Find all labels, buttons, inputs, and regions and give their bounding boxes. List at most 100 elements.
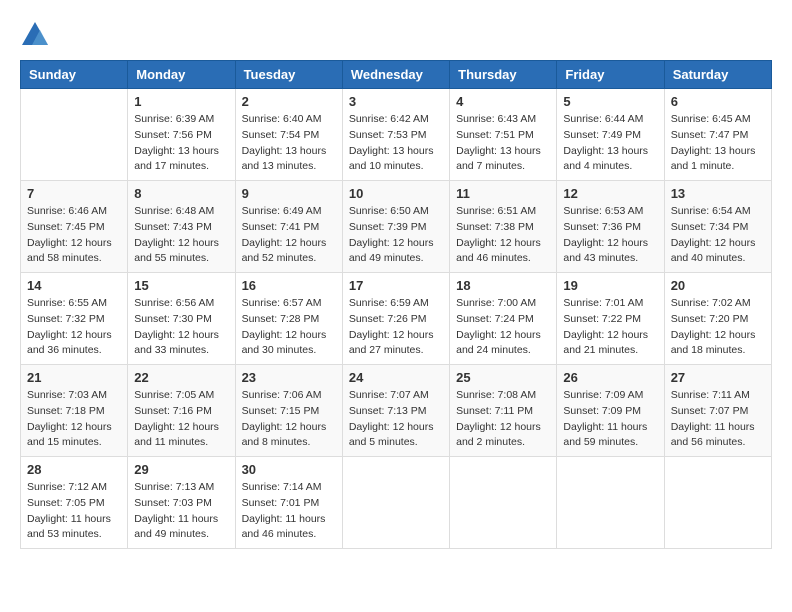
calendar-cell: 30 Sunrise: 7:14 AMSunset: 7:01 PMDayligh… [235, 457, 342, 549]
day-number: 15 [134, 278, 228, 293]
day-info: Sunrise: 6:57 AMSunset: 7:28 PMDaylight:… [242, 296, 336, 359]
day-number: 18 [456, 278, 550, 293]
calendar-cell: 8Sunrise: 6:48 AMSunset: 7:43 PMDaylight… [128, 181, 235, 273]
calendar-cell: 10Sunrise: 6:50 AMSunset: 7:39 PMDayligh… [342, 181, 449, 273]
day-info: Sunrise: 7:05 AMSunset: 7:16 PMDaylight:… [134, 388, 228, 451]
day-info: Sunrise: 6:48 AMSunset: 7:43 PMDaylight:… [134, 204, 228, 267]
calendar-cell: 23 Sunrise: 7:06 AMSunset: 7:15 PMDayligh… [235, 365, 342, 457]
day-number: 12 [563, 186, 657, 201]
day-number: 22 [134, 370, 228, 385]
day-number: 29 [134, 462, 228, 477]
header-sunday: Sunday [21, 61, 128, 89]
calendar-cell: 22 Sunrise: 7:05 AMSunset: 7:16 PMDayligh… [128, 365, 235, 457]
calendar-cell: 19 Sunrise: 7:01 AMSunset: 7:22 PMDayligh… [557, 273, 664, 365]
calendar-week-4: 21 Sunrise: 7:03 AMSunset: 7:18 PMDayligh… [21, 365, 772, 457]
day-number: 27 [671, 370, 765, 385]
day-info: Sunrise: 7:13 AMSunset: 7:03 PMDaylight:… [134, 480, 228, 543]
calendar-cell: 9 Sunrise: 6:49 AMSunset: 7:41 PMDaylight… [235, 181, 342, 273]
calendar-cell: 12 Sunrise: 6:53 AMSunset: 7:36 PMDayligh… [557, 181, 664, 273]
day-info: Sunrise: 7:02 AMSunset: 7:20 PMDaylight:… [671, 296, 765, 359]
calendar-cell [21, 89, 128, 181]
header-saturday: Saturday [664, 61, 771, 89]
header-friday: Friday [557, 61, 664, 89]
calendar-cell: 6 Sunrise: 6:45 AMSunset: 7:47 PMDaylight… [664, 89, 771, 181]
calendar-week-5: 28 Sunrise: 7:12 AMSunset: 7:05 PMDayligh… [21, 457, 772, 549]
calendar-cell [557, 457, 664, 549]
calendar-cell: 21 Sunrise: 7:03 AMSunset: 7:18 PMDayligh… [21, 365, 128, 457]
day-number: 24 [349, 370, 443, 385]
day-info: Sunrise: 7:08 AMSunset: 7:11 PMDaylight:… [456, 388, 550, 451]
calendar-cell: 29 Sunrise: 7:13 AMSunset: 7:03 PMDayligh… [128, 457, 235, 549]
day-info: Sunrise: 6:40 AMSunset: 7:54 PMDaylight:… [242, 112, 336, 175]
day-info: Sunrise: 7:01 AMSunset: 7:22 PMDaylight:… [563, 296, 657, 359]
header-monday: Monday [128, 61, 235, 89]
day-number: 4 [456, 94, 550, 109]
day-number: 6 [671, 94, 765, 109]
calendar-cell: 18 Sunrise: 7:00 AMSunset: 7:24 PMDayligh… [450, 273, 557, 365]
day-info: Sunrise: 7:06 AMSunset: 7:15 PMDaylight:… [242, 388, 336, 451]
calendar-cell: 3Sunrise: 6:42 AMSunset: 7:53 PMDaylight… [342, 89, 449, 181]
day-number: 3 [349, 94, 443, 109]
day-number: 10 [349, 186, 443, 201]
calendar-week-1: 1 Sunrise: 6:39 AMSunset: 7:56 PMDaylight… [21, 89, 772, 181]
day-number: 9 [242, 186, 336, 201]
calendar-cell: 2 Sunrise: 6:40 AMSunset: 7:54 PMDaylight… [235, 89, 342, 181]
day-info: Sunrise: 6:46 AMSunset: 7:45 PMDaylight:… [27, 204, 121, 267]
day-info: Sunrise: 7:12 AMSunset: 7:05 PMDaylight:… [27, 480, 121, 543]
day-number: 13 [671, 186, 765, 201]
header-tuesday: Tuesday [235, 61, 342, 89]
header-wednesday: Wednesday [342, 61, 449, 89]
calendar-header-row: SundayMondayTuesdayWednesdayThursdayFrid… [21, 61, 772, 89]
calendar-cell: 26Sunrise: 7:09 AMSunset: 7:09 PMDayligh… [557, 365, 664, 457]
day-number: 2 [242, 94, 336, 109]
day-info: Sunrise: 6:45 AMSunset: 7:47 PMDaylight:… [671, 112, 765, 175]
calendar-cell: 17Sunrise: 6:59 AMSunset: 7:26 PMDayligh… [342, 273, 449, 365]
day-info: Sunrise: 7:11 AMSunset: 7:07 PMDaylight:… [671, 388, 765, 451]
day-info: Sunrise: 6:49 AMSunset: 7:41 PMDaylight:… [242, 204, 336, 267]
day-number: 16 [242, 278, 336, 293]
header-thursday: Thursday [450, 61, 557, 89]
calendar-cell: 14Sunrise: 6:55 AMSunset: 7:32 PMDayligh… [21, 273, 128, 365]
calendar-cell: 15 Sunrise: 6:56 AMSunset: 7:30 PMDayligh… [128, 273, 235, 365]
calendar-cell: 1 Sunrise: 6:39 AMSunset: 7:56 PMDaylight… [128, 89, 235, 181]
page-header [20, 20, 772, 50]
day-info: Sunrise: 6:56 AMSunset: 7:30 PMDaylight:… [134, 296, 228, 359]
calendar-cell: 13 Sunrise: 6:54 AMSunset: 7:34 PMDayligh… [664, 181, 771, 273]
day-number: 11 [456, 186, 550, 201]
calendar-cell: 4 Sunrise: 6:43 AMSunset: 7:51 PMDaylight… [450, 89, 557, 181]
calendar-cell: 5Sunrise: 6:44 AMSunset: 7:49 PMDaylight… [557, 89, 664, 181]
day-info: Sunrise: 6:53 AMSunset: 7:36 PMDaylight:… [563, 204, 657, 267]
day-info: Sunrise: 7:14 AMSunset: 7:01 PMDaylight:… [242, 480, 336, 543]
calendar-week-2: 7Sunrise: 6:46 AMSunset: 7:45 PMDaylight… [21, 181, 772, 273]
day-info: Sunrise: 7:03 AMSunset: 7:18 PMDaylight:… [27, 388, 121, 451]
day-number: 30 [242, 462, 336, 477]
day-info: Sunrise: 6:39 AMSunset: 7:56 PMDaylight:… [134, 112, 228, 175]
day-number: 1 [134, 94, 228, 109]
calendar-week-3: 14Sunrise: 6:55 AMSunset: 7:32 PMDayligh… [21, 273, 772, 365]
calendar-cell: 7Sunrise: 6:46 AMSunset: 7:45 PMDaylight… [21, 181, 128, 273]
day-number: 20 [671, 278, 765, 293]
day-number: 28 [27, 462, 121, 477]
day-number: 21 [27, 370, 121, 385]
day-info: Sunrise: 6:43 AMSunset: 7:51 PMDaylight:… [456, 112, 550, 175]
day-number: 25 [456, 370, 550, 385]
calendar-cell: 24Sunrise: 7:07 AMSunset: 7:13 PMDayligh… [342, 365, 449, 457]
calendar-table: SundayMondayTuesdayWednesdayThursdayFrid… [20, 60, 772, 549]
calendar-cell: 27 Sunrise: 7:11 AMSunset: 7:07 PMDayligh… [664, 365, 771, 457]
day-info: Sunrise: 7:00 AMSunset: 7:24 PMDaylight:… [456, 296, 550, 359]
day-info: Sunrise: 6:54 AMSunset: 7:34 PMDaylight:… [671, 204, 765, 267]
calendar-cell: 16 Sunrise: 6:57 AMSunset: 7:28 PMDayligh… [235, 273, 342, 365]
calendar-cell: 11Sunrise: 6:51 AMSunset: 7:38 PMDayligh… [450, 181, 557, 273]
day-number: 19 [563, 278, 657, 293]
calendar-cell [450, 457, 557, 549]
day-number: 26 [563, 370, 657, 385]
calendar-cell: 20 Sunrise: 7:02 AMSunset: 7:20 PMDayligh… [664, 273, 771, 365]
day-number: 17 [349, 278, 443, 293]
day-number: 5 [563, 94, 657, 109]
calendar-cell: 28 Sunrise: 7:12 AMSunset: 7:05 PMDayligh… [21, 457, 128, 549]
day-number: 14 [27, 278, 121, 293]
day-number: 23 [242, 370, 336, 385]
logo [20, 20, 54, 50]
calendar-cell [342, 457, 449, 549]
calendar-cell: 25 Sunrise: 7:08 AMSunset: 7:11 PMDayligh… [450, 365, 557, 457]
